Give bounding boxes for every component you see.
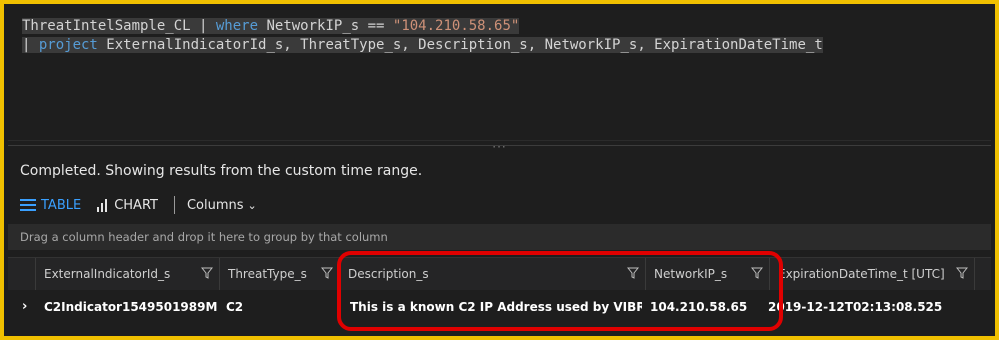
table-view-button[interactable]: TABLE: [20, 198, 81, 213]
group-by-drop-zone[interactable]: Drag a column header and drop it here to…: [8, 224, 991, 250]
column-header-externalindicatorid[interactable]: ExternalIndicatorId_s: [36, 258, 220, 290]
filter-icon[interactable]: [201, 267, 213, 279]
screenshot-frame: ThreatIntelSample_CL | where NetworkIP_s…: [0, 0, 999, 340]
column-header-label: ExpirationDateTime_t [UTC]: [778, 267, 945, 281]
expander-column-header: [8, 258, 36, 290]
query-where-field: NetworkIP_s ==: [258, 18, 393, 34]
cell-threat-type: C2: [226, 300, 244, 314]
query-project-keyword: project: [38, 37, 98, 53]
query-pipe-2: |: [22, 37, 39, 53]
column-header-threattype[interactable]: ThreatType_s: [220, 258, 340, 290]
cell-expiration: 2019-12-12T02:13:08.525: [768, 300, 943, 314]
query-ip-literal: "104.210.58.65": [392, 18, 520, 34]
column-header-label: ThreatType_s: [228, 267, 307, 281]
log-analytics-panel: ThreatIntelSample_CL | where NetworkIP_s…: [8, 8, 991, 332]
resize-grip-icon[interactable]: ···: [492, 140, 506, 154]
filter-icon[interactable]: [956, 267, 968, 279]
status-message: Completed. Showing results from the cust…: [20, 163, 423, 179]
query-table-name: ThreatIntelSample_CL: [22, 18, 191, 34]
column-header-expirationdatetime[interactable]: ExpirationDateTime_t [UTC]: [770, 258, 975, 290]
highlight-annotation: [337, 251, 783, 331]
results-toolbar: TABLE CHART Columns ⌄: [20, 194, 273, 216]
query-line-1[interactable]: ThreatIntelSample_CL | where NetworkIP_s…: [22, 17, 520, 35]
query-editor[interactable]: ThreatIntelSample_CL | where NetworkIP_s…: [8, 8, 991, 141]
table-icon: [20, 199, 36, 211]
query-project-fields: ExternalIndicatorId_s, ThreatType_s, Des…: [97, 37, 823, 53]
toolbar-separator: [173, 196, 175, 214]
query-where-keyword: where: [215, 18, 259, 34]
expand-row-chevron-icon[interactable]: ›: [22, 290, 27, 324]
columns-label: Columns: [186, 197, 244, 213]
splitter-line[interactable]: [8, 145, 991, 146]
query-line-2[interactable]: | project ExternalIndicatorId_s, ThreatT…: [22, 36, 823, 54]
query-pipe: |: [190, 18, 216, 34]
bar-chart-icon: [97, 198, 109, 212]
chart-view-button[interactable]: CHART: [97, 198, 158, 213]
chart-view-label: CHART: [114, 197, 158, 213]
column-header-label: ExternalIndicatorId_s: [44, 267, 171, 281]
filter-icon[interactable]: [321, 267, 333, 279]
cell-external-indicator-id: C2Indicator1549501989MS525: [44, 300, 218, 314]
table-view-label: TABLE: [41, 197, 82, 213]
chevron-down-icon: ⌄: [247, 198, 257, 212]
columns-dropdown[interactable]: Columns ⌄: [187, 198, 257, 213]
